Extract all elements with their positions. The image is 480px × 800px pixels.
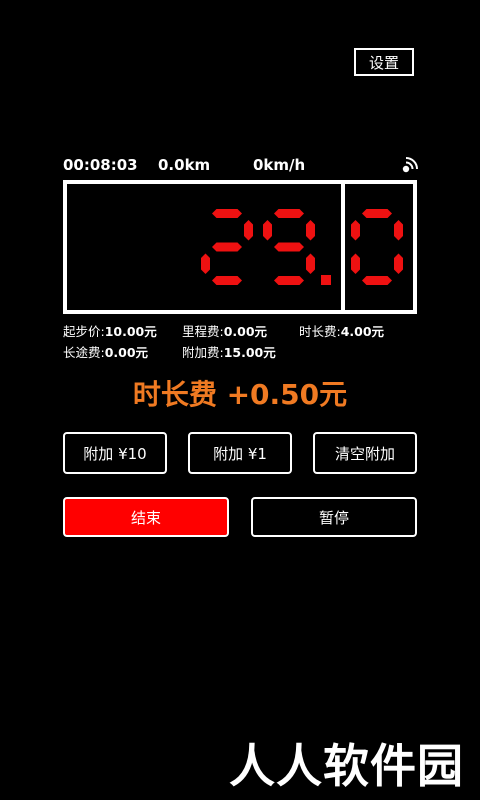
fee-long-distance-label: 长途费: — [63, 345, 105, 360]
signal-icon — [402, 157, 418, 173]
fee-surcharge-value: 15.00元 — [223, 345, 276, 360]
segment-a — [212, 209, 242, 218]
watermark: 人人软件园 — [229, 739, 464, 793]
segment-g — [274, 242, 304, 252]
segment-c — [394, 253, 403, 274]
segment-f — [351, 220, 360, 241]
pause-button[interactable]: 暂停 — [251, 497, 417, 537]
clear-surcharge-button[interactable]: 清空附加 — [313, 432, 417, 474]
digit-2 — [201, 209, 253, 285]
fee-duration: 时长费:4.00元 — [299, 321, 384, 340]
segment-c — [306, 253, 315, 274]
segment-b — [244, 220, 253, 241]
fee-long-distance-value: 0.00元 — [104, 345, 149, 360]
segment-d — [212, 276, 242, 285]
add-1-button[interactable]: 附加 ¥1 — [188, 432, 292, 474]
segment-d — [362, 276, 392, 285]
segment-g — [212, 242, 242, 252]
fee-surcharge: 附加费:15.00元 — [182, 342, 276, 361]
segment-f — [263, 220, 272, 241]
digit-9 — [263, 209, 315, 285]
fee-base: 起步价:10.00元 — [63, 321, 157, 340]
decimal-point — [321, 275, 331, 285]
elapsed-time: 00:08:03 — [63, 156, 138, 174]
speed-readout: 0km/h — [253, 156, 306, 174]
fee-surcharge-label: 附加费: — [182, 345, 224, 360]
end-button[interactable]: 结束 — [63, 497, 229, 537]
segment-b — [306, 220, 315, 241]
segment-d — [274, 276, 304, 285]
segment-b — [394, 220, 403, 241]
fee-long-distance: 长途费:0.00元 — [63, 342, 148, 361]
status-bar: 00:08:03 0.0km 0km/h — [63, 156, 419, 176]
settings-button[interactable]: 设置 — [354, 48, 414, 76]
segment-a — [274, 209, 304, 218]
fee-base-value: 10.00元 — [104, 324, 157, 339]
fee-mileage-label: 里程费: — [182, 324, 224, 339]
fare-digits — [201, 209, 403, 285]
fee-base-label: 起步价: — [63, 324, 105, 339]
fee-duration-value: 4.00元 — [340, 324, 385, 339]
segment-e — [351, 253, 360, 274]
add-10-button[interactable]: 附加 ¥10 — [63, 432, 167, 474]
live-duration-fee: 时长费 +0.50元 — [132, 378, 348, 411]
fee-mileage: 里程费:0.00元 — [182, 321, 267, 340]
fee-mileage-value: 0.00元 — [223, 324, 268, 339]
segment-e — [201, 253, 210, 274]
digit-0 — [351, 209, 403, 285]
fee-duration-label: 时长费: — [299, 324, 341, 339]
segment-a — [362, 209, 392, 218]
distance-readout: 0.0km — [158, 156, 211, 174]
fare-display — [63, 180, 417, 314]
